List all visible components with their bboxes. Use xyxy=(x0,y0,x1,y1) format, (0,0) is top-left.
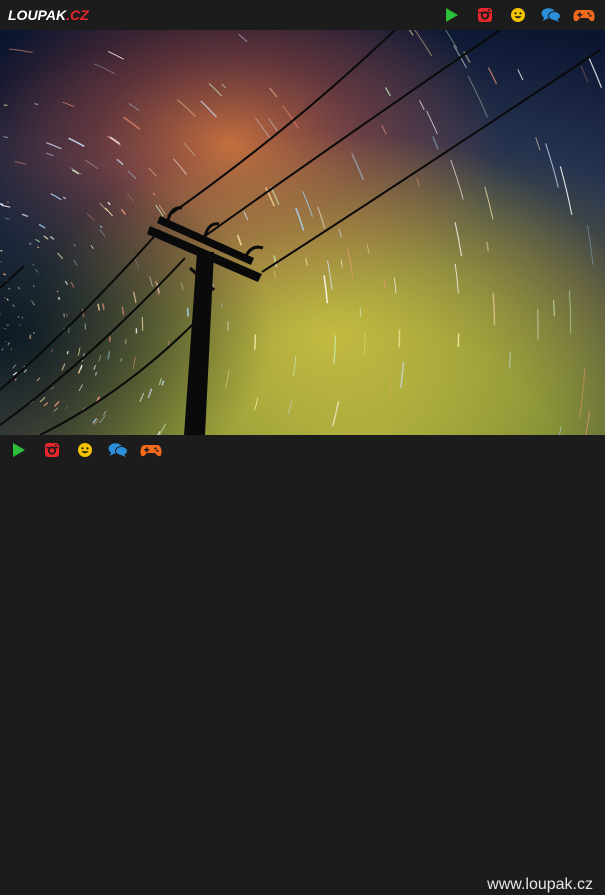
gamepad-icon[interactable] xyxy=(140,439,162,461)
star-trail xyxy=(8,343,9,345)
star-trail xyxy=(30,335,31,339)
star-trail xyxy=(4,297,5,298)
logo-text-main: LOUPAK xyxy=(8,5,66,25)
play-icon[interactable] xyxy=(441,4,463,26)
star-trails-photo xyxy=(0,30,605,435)
star-trail xyxy=(30,243,32,244)
star-trail xyxy=(188,308,189,317)
logo-text-domain: .CZ xyxy=(66,5,89,25)
star-trail xyxy=(360,307,361,317)
star-trail xyxy=(67,351,68,354)
star-trail xyxy=(33,285,34,286)
instagram-icon[interactable] xyxy=(474,4,496,26)
dark-corner xyxy=(0,30,605,435)
star-trail xyxy=(59,297,60,300)
gamepad-icon[interactable] xyxy=(573,4,595,26)
star-trail xyxy=(255,335,256,350)
bottom-social-icons xyxy=(8,439,162,461)
star-trail xyxy=(384,281,385,289)
chat-icon[interactable] xyxy=(540,4,562,26)
chat-icon[interactable] xyxy=(107,439,129,461)
star-trail xyxy=(0,204,3,205)
instagram-icon[interactable] xyxy=(41,439,63,461)
star-trail xyxy=(64,313,65,317)
star-trail xyxy=(142,317,143,331)
smiley-icon[interactable] xyxy=(74,439,96,461)
top-bar: LOUPAK.CZ xyxy=(0,0,605,30)
play-icon[interactable] xyxy=(8,439,30,461)
top-social-icons xyxy=(430,4,595,26)
star-trail xyxy=(57,291,58,292)
star-trail xyxy=(0,251,2,252)
smiley-icon[interactable] xyxy=(507,4,529,26)
site-logo[interactable]: LOUPAK.CZ xyxy=(8,5,89,25)
site-url[interactable]: www.loupak.cz xyxy=(487,875,593,895)
star-trail xyxy=(11,349,12,350)
star-trail xyxy=(2,349,3,350)
bottom-bar: www.loupak.cz xyxy=(0,435,605,465)
star-trail xyxy=(18,316,19,317)
star-trail xyxy=(34,304,35,305)
